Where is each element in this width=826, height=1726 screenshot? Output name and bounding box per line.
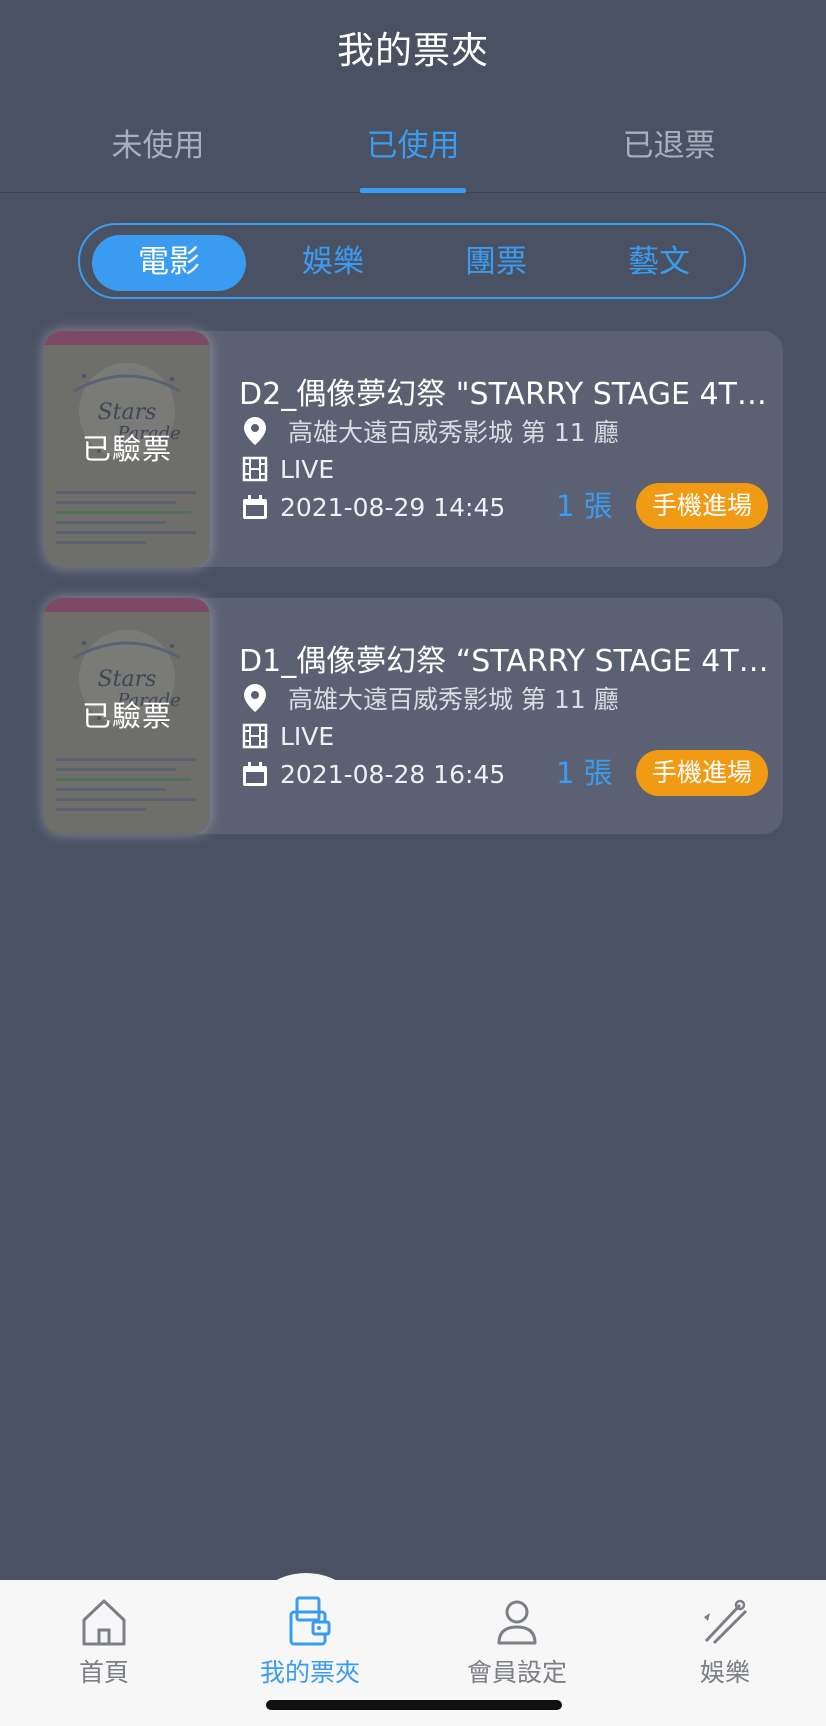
ticket-quantity: 1 張 <box>556 489 613 523</box>
svg-text:Stars: Stars <box>98 667 157 692</box>
home-indicator <box>266 1700 562 1710</box>
page-title: 我的票夾 <box>337 29 489 72</box>
active-tab-indicator <box>360 188 466 193</box>
tab-unused[interactable]: 未使用 <box>73 120 243 192</box>
location-pin-icon <box>240 683 270 713</box>
mobile-entry-button[interactable]: 手機進場 <box>636 483 768 529</box>
category-group-ticket[interactable]: 團票 <box>419 235 573 291</box>
ticket-format: LIVE <box>240 720 334 752</box>
ticket-location: 高雄大遠百威秀影城 第 11 廳 <box>240 682 619 714</box>
nav-my-tickets[interactable]: 我的票夾 <box>240 1595 380 1689</box>
category-movie[interactable]: 電影 <box>92 235 246 291</box>
category-arts[interactable]: 藝文 <box>582 235 736 291</box>
home-icon <box>34 1595 174 1649</box>
ticket-card[interactable]: Stars Parade 已驗票 D1_偶像夢幻祭 “STARRY STAGE … <box>44 598 783 834</box>
calendar-icon <box>240 759 270 789</box>
nav-entertainment[interactable]: 娛樂 <box>655 1595 795 1689</box>
ticket-poster: Stars Parade 已驗票 <box>44 598 210 834</box>
entertainment-icon <box>655 1595 795 1649</box>
user-icon <box>447 1595 587 1649</box>
verified-stamp: 已驗票 <box>81 699 172 733</box>
location-pin-icon <box>240 416 270 446</box>
nav-member-settings[interactable]: 會員設定 <box>447 1595 587 1689</box>
category-segment-control: 電影 娛樂 團票 藝文 <box>78 223 746 299</box>
ticket-title: D2_偶像夢幻祭 "STARRY STAGE 4TH" <box>239 377 769 412</box>
ticket-status-tabs: 未使用 已使用 已退票 <box>0 120 826 193</box>
ticket-title: D1_偶像夢幻祭 “STARRY STAGE 4TH” <box>239 644 769 679</box>
nav-home[interactable]: 首頁 <box>34 1595 174 1689</box>
svg-text:Stars: Stars <box>98 400 157 425</box>
film-icon <box>240 454 270 484</box>
category-entertainment[interactable]: 娛樂 <box>256 235 410 291</box>
ticket-datetime: 2021-08-29 14:45 <box>240 491 505 523</box>
calendar-icon <box>240 492 270 522</box>
ticket-card[interactable]: Stars Parade 已驗票 D2_偶像夢幻祭 "STARRY STAGE … <box>44 331 783 567</box>
verified-stamp: 已驗票 <box>81 432 172 466</box>
ticket-location: 高雄大遠百威秀影城 第 11 廳 <box>240 415 619 447</box>
mobile-entry-button[interactable]: 手機進場 <box>636 750 768 796</box>
wallet-icon <box>240 1595 380 1649</box>
ticket-datetime: 2021-08-28 16:45 <box>240 758 505 790</box>
ticket-quantity: 1 張 <box>556 756 613 790</box>
film-icon <box>240 721 270 751</box>
ticket-format: LIVE <box>240 453 334 485</box>
tab-refunded[interactable]: 已退票 <box>584 120 754 192</box>
tab-used[interactable]: 已使用 <box>328 120 498 193</box>
ticket-poster: Stars Parade 已驗票 <box>44 331 210 567</box>
